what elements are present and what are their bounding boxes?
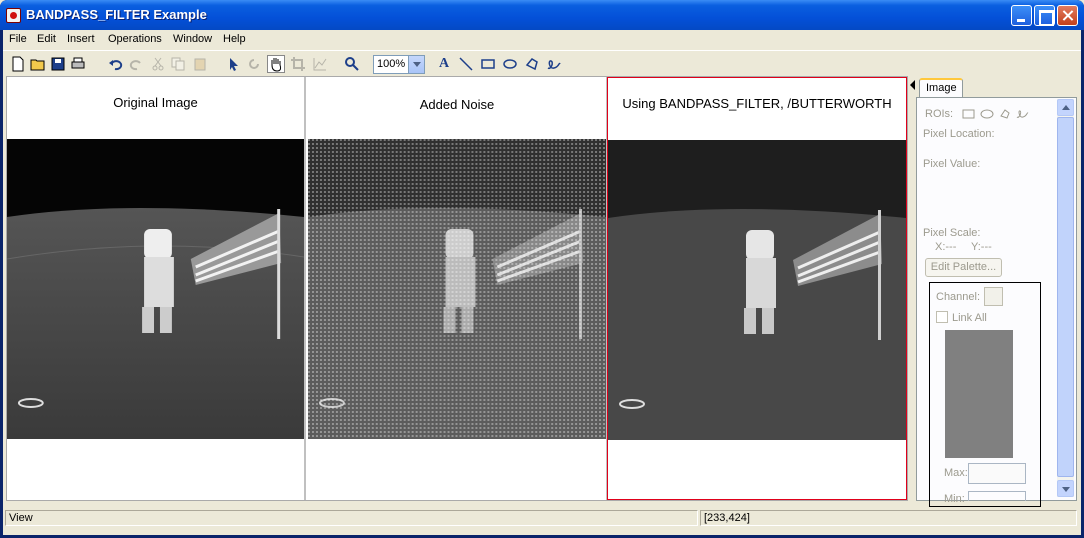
pixel-location-label: Pixel Location:	[923, 128, 995, 140]
close-button[interactable]	[1057, 5, 1078, 26]
menu-operations[interactable]: Operations	[108, 33, 162, 45]
channel-group: Channel: Link All Max: Min:	[929, 282, 1041, 507]
pixel-scale-y: Y:---	[971, 241, 992, 253]
max-label: Max:	[944, 467, 968, 479]
cut-icon[interactable]	[149, 55, 167, 73]
pixel-scale-label: Pixel Scale:	[923, 227, 981, 239]
maximize-button[interactable]	[1034, 5, 1055, 26]
min-input[interactable]	[968, 491, 1026, 501]
edit-palette-button[interactable]: Edit Palette...	[925, 258, 1002, 277]
rotate-icon[interactable]	[245, 55, 263, 73]
title-bar[interactable]: BANDPASS_FILTER Example	[0, 0, 1084, 30]
zoom-value: 100%	[377, 58, 406, 70]
channel-label: Channel:	[936, 291, 981, 303]
menu-insert[interactable]: Insert	[67, 33, 95, 45]
client-area: File Edit Insert Operations Window Help	[3, 30, 1081, 535]
menu-bar: File Edit Insert Operations Window Help	[3, 30, 1081, 49]
zoom-icon[interactable]	[343, 55, 361, 73]
minimize-button[interactable]	[1011, 5, 1032, 26]
max-input[interactable]	[968, 463, 1026, 484]
print-icon[interactable]	[69, 55, 87, 73]
panel-title: Original Image	[113, 95, 198, 110]
image-canvas[interactable]: Original Image Added Noise Using BANDPAS…	[6, 76, 908, 501]
open-folder-icon[interactable]	[29, 55, 47, 73]
tab-image[interactable]: Image	[919, 78, 963, 98]
select-arrow-icon[interactable]	[225, 55, 243, 73]
ellipse-tool-icon[interactable]	[501, 55, 519, 73]
image-panel-original[interactable]: Original Image	[7, 77, 306, 500]
zoom-select[interactable]: 100%	[373, 55, 425, 74]
save-icon[interactable]	[49, 55, 67, 73]
panel-title: Added Noise	[419, 97, 495, 112]
status-bar: View [233,424]	[3, 508, 1081, 528]
rois-label: ROIs:	[925, 108, 954, 120]
new-file-icon[interactable]	[9, 55, 27, 73]
rectangle-tool-icon[interactable]	[479, 55, 497, 73]
chevron-down-icon[interactable]	[408, 56, 424, 73]
collapse-arrow-icon[interactable]	[910, 80, 915, 90]
moon-image	[7, 139, 304, 439]
link-all-checkbox[interactable]	[936, 311, 948, 323]
menu-file[interactable]: File	[9, 33, 27, 45]
line-tool-icon[interactable]	[457, 55, 475, 73]
image-tab-body: ROIs: Pixel Location: Pixel Value: Pixel…	[916, 97, 1077, 507]
pixel-scale-x: X:---	[935, 241, 957, 253]
text-tool-icon[interactable]: A	[435, 55, 453, 73]
menu-edit[interactable]: Edit	[37, 33, 56, 45]
scroll-thumb[interactable]	[1057, 117, 1074, 477]
app-icon	[6, 8, 21, 23]
crop-icon[interactable]	[289, 55, 307, 73]
channel-select[interactable]	[984, 287, 1003, 306]
image-panel-noise[interactable]: Added Noise	[308, 77, 607, 500]
sidebar-panel: Image ROIs: Pixel Location: Pixel Value:…	[910, 76, 1079, 507]
vertical-scrollbar[interactable]	[1057, 99, 1074, 497]
pan-hand-icon[interactable]	[267, 55, 285, 73]
freehand-tool-icon[interactable]	[545, 55, 563, 73]
paste-icon[interactable]	[191, 55, 209, 73]
polygon-tool-icon[interactable]	[523, 55, 541, 73]
toolbar: 100% A	[3, 50, 1081, 76]
roi-tools[interactable]	[961, 108, 1041, 120]
redo-icon[interactable]	[127, 55, 145, 73]
min-label: Min:	[944, 493, 965, 503]
scroll-up-icon[interactable]	[1057, 99, 1074, 116]
status-coordinates: [233,424]	[700, 510, 1077, 526]
window-title: BANDPASS_FILTER Example	[26, 7, 207, 22]
status-mode: View	[5, 510, 698, 526]
link-all-label: Link All	[952, 312, 987, 324]
palette-swatch	[945, 330, 1013, 458]
panel-title: Using BANDPASS_FILTER, /BUTTERWORTH	[622, 96, 892, 111]
image-panel-filtered[interactable]: Using BANDPASS_FILTER, /BUTTERWORTH	[607, 77, 907, 500]
menu-help[interactable]: Help	[223, 33, 246, 45]
pixel-value-label: Pixel Value:	[923, 158, 981, 170]
menu-window[interactable]: Window	[173, 33, 212, 45]
line-profile-icon[interactable]	[311, 55, 329, 73]
scroll-down-icon[interactable]	[1057, 480, 1074, 497]
copy-icon[interactable]	[169, 55, 187, 73]
undo-icon[interactable]	[107, 55, 125, 73]
noisy-moon-image	[308, 139, 606, 439]
application-window: BANDPASS_FILTER Example File Edit Insert…	[0, 0, 1084, 538]
filtered-moon-image	[608, 140, 906, 440]
